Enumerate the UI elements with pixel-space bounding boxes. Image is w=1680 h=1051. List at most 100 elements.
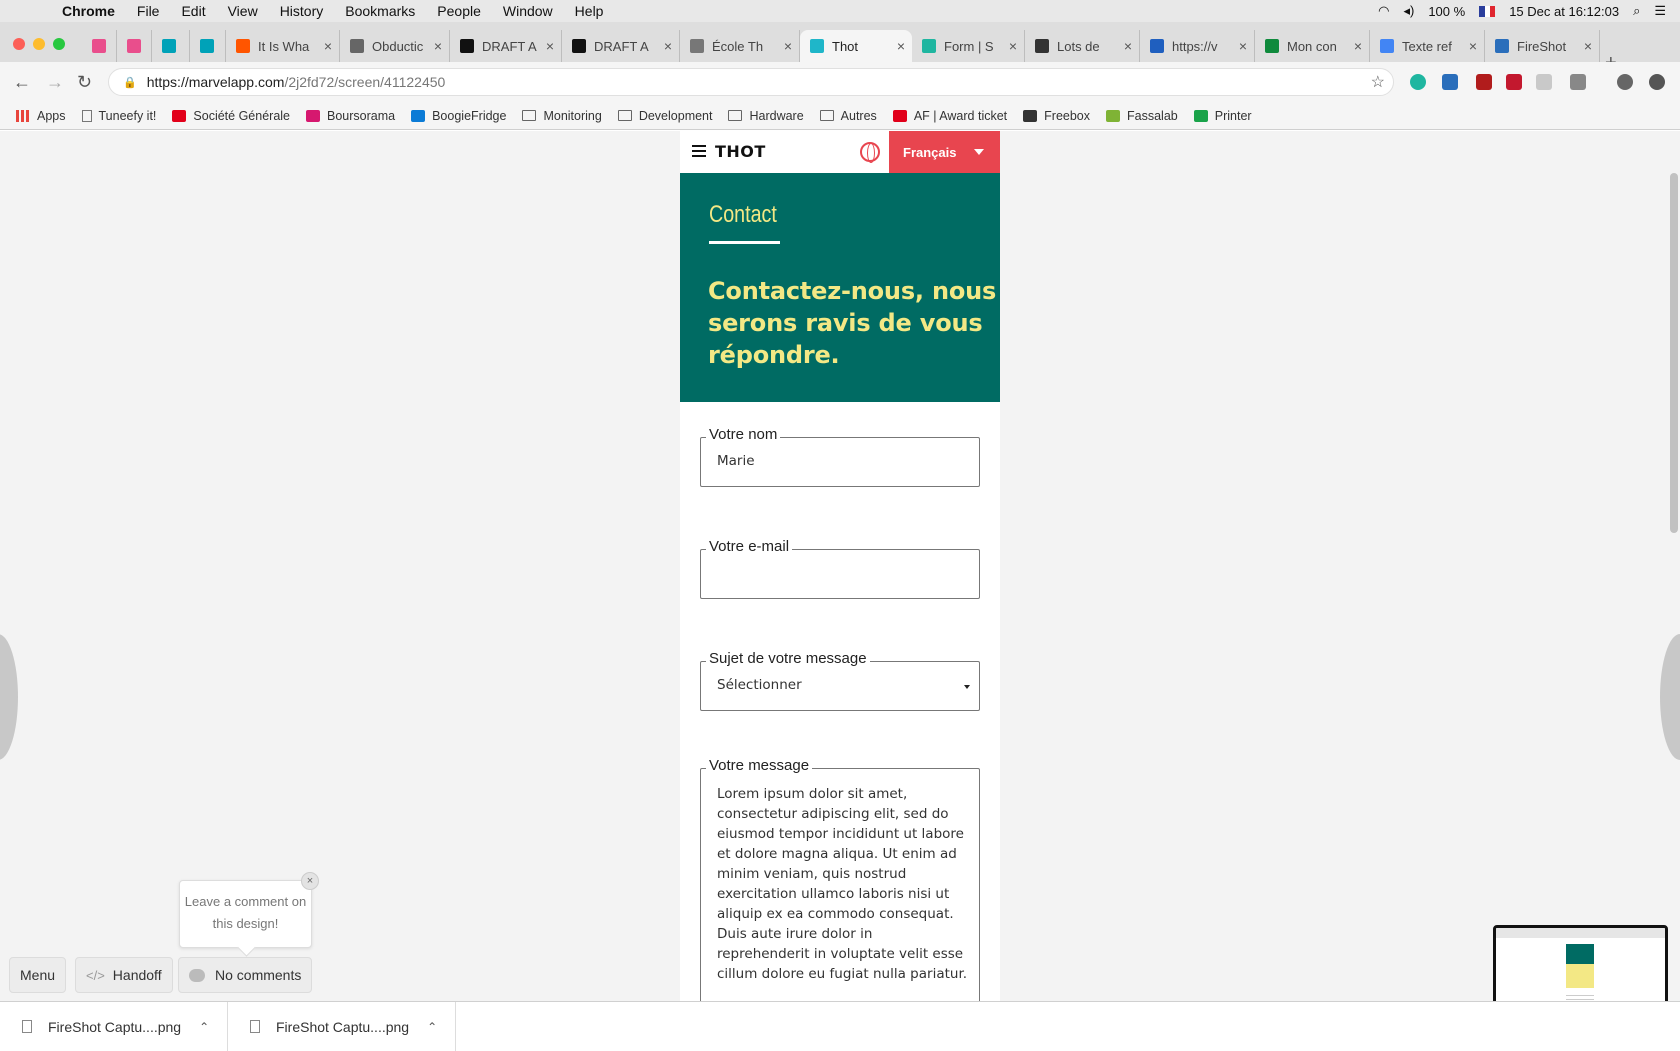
menu-button[interactable]: Menu — [9, 957, 67, 993]
close-icon[interactable]: × — [301, 872, 319, 890]
tab-close-icon[interactable]: × — [427, 38, 449, 54]
json-extension-icon[interactable] — [1536, 74, 1552, 90]
menu-history[interactable]: History — [280, 3, 324, 19]
bookmark-0[interactable]: Apps — [16, 109, 66, 123]
address-bar[interactable]: 🔒 https://marvelapp.com/2j2fd72/screen/4… — [108, 68, 1394, 96]
prev-screen-handle[interactable] — [0, 634, 18, 760]
tab-close-icon[interactable]: × — [1002, 38, 1024, 54]
reload-icon[interactable]: ↻ — [77, 72, 92, 93]
tab-12[interactable]: https://v × — [1140, 30, 1255, 62]
tab-close-icon[interactable]: × — [1117, 38, 1139, 54]
screen-minimap[interactable] — [1493, 925, 1668, 1001]
bookmark-11[interactable]: Fassalab — [1106, 109, 1178, 123]
back-icon[interactable]: ← — [13, 72, 31, 93]
menu-app-chrome[interactable]: Chrome — [62, 3, 115, 19]
email-field[interactable]: Votre e-mail — [700, 538, 980, 599]
tab-15[interactable]: FireShot × — [1485, 30, 1600, 62]
message-textarea[interactable]: Votre message Lorem ipsum dolor sit amet… — [700, 757, 980, 1001]
tab-close-icon[interactable]: × — [1232, 38, 1254, 54]
tab-close-icon[interactable]: × — [1462, 38, 1484, 54]
tab-label: It Is Wha — [258, 38, 310, 54]
download-item[interactable]: FireShot Captu....png ⌃ — [0, 1002, 228, 1051]
bookmark-4[interactable]: BoogieFridge — [411, 109, 506, 123]
tab-6[interactable]: DRAFT A × — [450, 30, 562, 62]
bookmark-9[interactable]: AF | Award ticket — [892, 109, 1007, 123]
tab-close-icon[interactable]: × — [317, 38, 339, 54]
flag-icon[interactable] — [1479, 5, 1496, 17]
fireshot-extension-icon[interactable] — [1442, 74, 1458, 90]
thot-logo[interactable]: THOT — [715, 142, 766, 161]
tab-close-icon[interactable]: × — [890, 38, 912, 54]
bookmark-5[interactable]: Monitoring — [522, 109, 602, 123]
tab-4[interactable]: It Is Wha × — [226, 30, 340, 62]
notification-center-icon[interactable]: ☰ — [1654, 3, 1666, 19]
download-filename: FireShot Captu....png — [48, 1018, 182, 1035]
tab-close-icon[interactable]: × — [539, 38, 561, 54]
bookmarks-bar: Apps Tuneefy it! Société Générale Boursoram… — [0, 102, 1680, 130]
battery-percent[interactable]: 100 % — [1428, 4, 1465, 19]
tab-label: https://v — [1172, 38, 1218, 54]
subject-select[interactable]: Sujet de votre message Sélectionner — [700, 650, 980, 711]
tab-11[interactable]: Lots de × — [1025, 30, 1140, 62]
hamburger-menu-icon[interactable] — [692, 145, 706, 157]
marvel-extension-icon[interactable] — [1410, 74, 1426, 90]
profile-icon[interactable] — [1617, 74, 1633, 90]
tab-13[interactable]: Mon con × — [1255, 30, 1370, 62]
tab-close-icon[interactable]: × — [657, 38, 679, 54]
tab-1[interactable] — [117, 30, 152, 62]
close-window-icon[interactable] — [13, 38, 25, 50]
tab-3[interactable] — [190, 30, 226, 62]
tab-2[interactable] — [152, 30, 190, 62]
tab-7[interactable]: DRAFT A × — [562, 30, 680, 62]
globe-icon[interactable] — [860, 142, 880, 163]
tab-10[interactable]: Form | S × — [912, 30, 1025, 62]
bookmark-7[interactable]: Hardware — [728, 109, 804, 123]
clock[interactable]: 15 Dec at 16:12:03 — [1509, 4, 1619, 19]
bookmark-2[interactable]: Société Générale — [172, 109, 290, 123]
menu-file[interactable]: File — [137, 3, 160, 19]
volume-icon[interactable]: ◂) — [1403, 3, 1414, 19]
menu-bookmarks[interactable]: Bookmarks — [345, 3, 415, 19]
comments-button[interactable]: No comments — [178, 957, 313, 993]
forward-icon[interactable]: → — [46, 72, 64, 93]
minimize-window-icon[interactable] — [33, 38, 45, 50]
tab-close-icon[interactable]: × — [1347, 38, 1369, 54]
screenshot-extension-icon[interactable] — [1570, 74, 1586, 90]
handoff-button[interactable]: </> Handoff — [75, 957, 173, 993]
name-field[interactable]: Votre nom Marie — [700, 426, 980, 487]
tab-8[interactable]: École Th × — [680, 30, 800, 62]
wifi-icon[interactable]: ◠ — [1378, 3, 1389, 19]
menu-people[interactable]: People — [437, 3, 481, 19]
adblock-extension-icon[interactable] — [1476, 74, 1492, 90]
page-scrollbar[interactable] — [1668, 173, 1680, 693]
chevron-up-icon[interactable]: ⌃ — [199, 1020, 209, 1034]
bookmark-1[interactable]: Tuneefy it! — [81, 109, 156, 123]
language-selector[interactable]: Français — [889, 131, 1000, 173]
zoom-window-icon[interactable] — [53, 38, 65, 50]
update-icon[interactable] — [1649, 74, 1665, 90]
bookmark-6[interactable]: Development — [617, 109, 712, 123]
menu-help[interactable]: Help — [575, 3, 604, 19]
tab-favicon-icon — [1380, 39, 1394, 53]
download-item[interactable]: FireShot Captu....png ⌃ — [228, 1002, 456, 1051]
menu-window[interactable]: Window — [503, 3, 553, 19]
shield-extension-icon[interactable] — [1506, 74, 1522, 90]
scrollbar-thumb[interactable] — [1670, 173, 1678, 533]
tab-close-icon[interactable]: × — [1577, 38, 1599, 54]
menu-view[interactable]: View — [228, 3, 258, 19]
menu-edit[interactable]: Edit — [181, 3, 205, 19]
tab-0[interactable] — [82, 30, 117, 62]
chevron-up-icon[interactable]: ⌃ — [427, 1020, 437, 1034]
macos-menubar: Chrome File Edit View History Bookmarks … — [0, 0, 1680, 22]
spotlight-icon[interactable]: ⌕ — [1633, 3, 1640, 19]
tab-9[interactable]: Thot × — [800, 30, 912, 62]
comment-tooltip: Leave a comment on this design! × — [179, 872, 319, 948]
bookmark-8[interactable]: Autres — [819, 109, 877, 123]
tab-14[interactable]: Texte ref × — [1370, 30, 1485, 62]
tab-5[interactable]: Obductic × — [340, 30, 450, 62]
bookmark-3[interactable]: Boursorama — [306, 109, 395, 123]
bookmark-star-icon[interactable]: ☆ — [1371, 72, 1385, 92]
bookmark-10[interactable]: Freebox — [1023, 109, 1090, 123]
bookmark-12[interactable]: Printer — [1193, 109, 1252, 123]
tab-close-icon[interactable]: × — [777, 38, 799, 54]
